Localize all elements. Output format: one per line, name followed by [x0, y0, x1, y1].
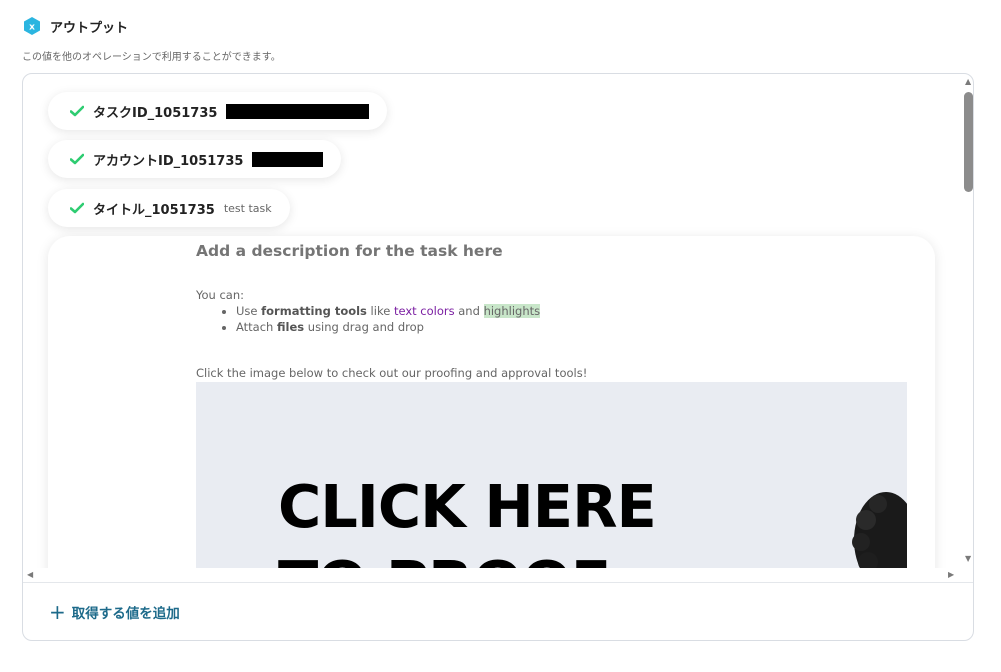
scroll-down-icon[interactable]: ▼ — [965, 555, 971, 563]
section-title: アウトプット — [50, 20, 129, 36]
proof-image-text: TO PROOF — [278, 548, 611, 568]
add-value-row: + 取得する値を追加 — [23, 582, 973, 640]
redacted-value — [252, 151, 324, 167]
output-item-account-id[interactable]: アカウントID_1051735 — [48, 140, 342, 178]
output-item-task-id[interactable]: タスクID_1051735 — [48, 92, 388, 130]
image-caption: Click the image below to check out our p… — [196, 366, 588, 380]
proof-image-text: CLICK HERE — [278, 472, 657, 541]
add-value-label: 取得する値を追加 — [71, 606, 180, 622]
horizontal-scrollbar[interactable]: ◀ ▶ — [23, 568, 963, 582]
output-key: タスクID_1051735 — [93, 105, 218, 121]
output-item-title[interactable]: タイトル_1051735 test task — [48, 189, 290, 227]
output-key: タイトル_1051735 — [93, 202, 215, 218]
output-badge-icon: x — [24, 17, 40, 35]
redacted-value — [226, 103, 370, 119]
vertical-scroll-thumb[interactable] — [964, 92, 973, 192]
output-value: test task — [223, 201, 272, 215]
scroll-up-icon[interactable]: ▲ — [965, 78, 971, 86]
svg-text:x: x — [29, 23, 35, 33]
description-intro: You can: — [196, 288, 245, 302]
output-viewport: タスクID_1051735 アカウントID_1051735 タイトル_10517… — [23, 74, 963, 568]
plus-icon: + — [49, 600, 66, 624]
output-key: アカウントID_1051735 — [93, 153, 244, 169]
check-icon — [70, 153, 84, 165]
output-panel: タスクID_1051735 アカウントID_1051735 タイトル_10517… — [22, 73, 974, 641]
list-item: Use formatting tools like text colors an… — [236, 303, 541, 319]
description-list: Use formatting tools like text colors an… — [216, 303, 541, 335]
check-icon — [70, 105, 84, 117]
portrait-photo — [852, 492, 907, 568]
check-icon — [70, 202, 84, 214]
scroll-right-icon[interactable]: ▶ — [948, 571, 954, 579]
section-description: この値を他のオペレーションで利用することができます。 — [22, 52, 281, 63]
proofing-image[interactable]: CLICK HERE TO PROOF — [196, 382, 907, 568]
list-item: Attach files using drag and drop — [236, 319, 540, 335]
output-item-description[interactable]: Add a description for the task here You … — [48, 236, 935, 568]
add-value-button[interactable]: + 取得する値を追加 — [49, 602, 180, 622]
scroll-left-icon[interactable]: ◀ — [27, 571, 33, 579]
section-header: x アウトプット — [22, 16, 128, 36]
description-heading: Add a description for the task here — [196, 242, 503, 260]
